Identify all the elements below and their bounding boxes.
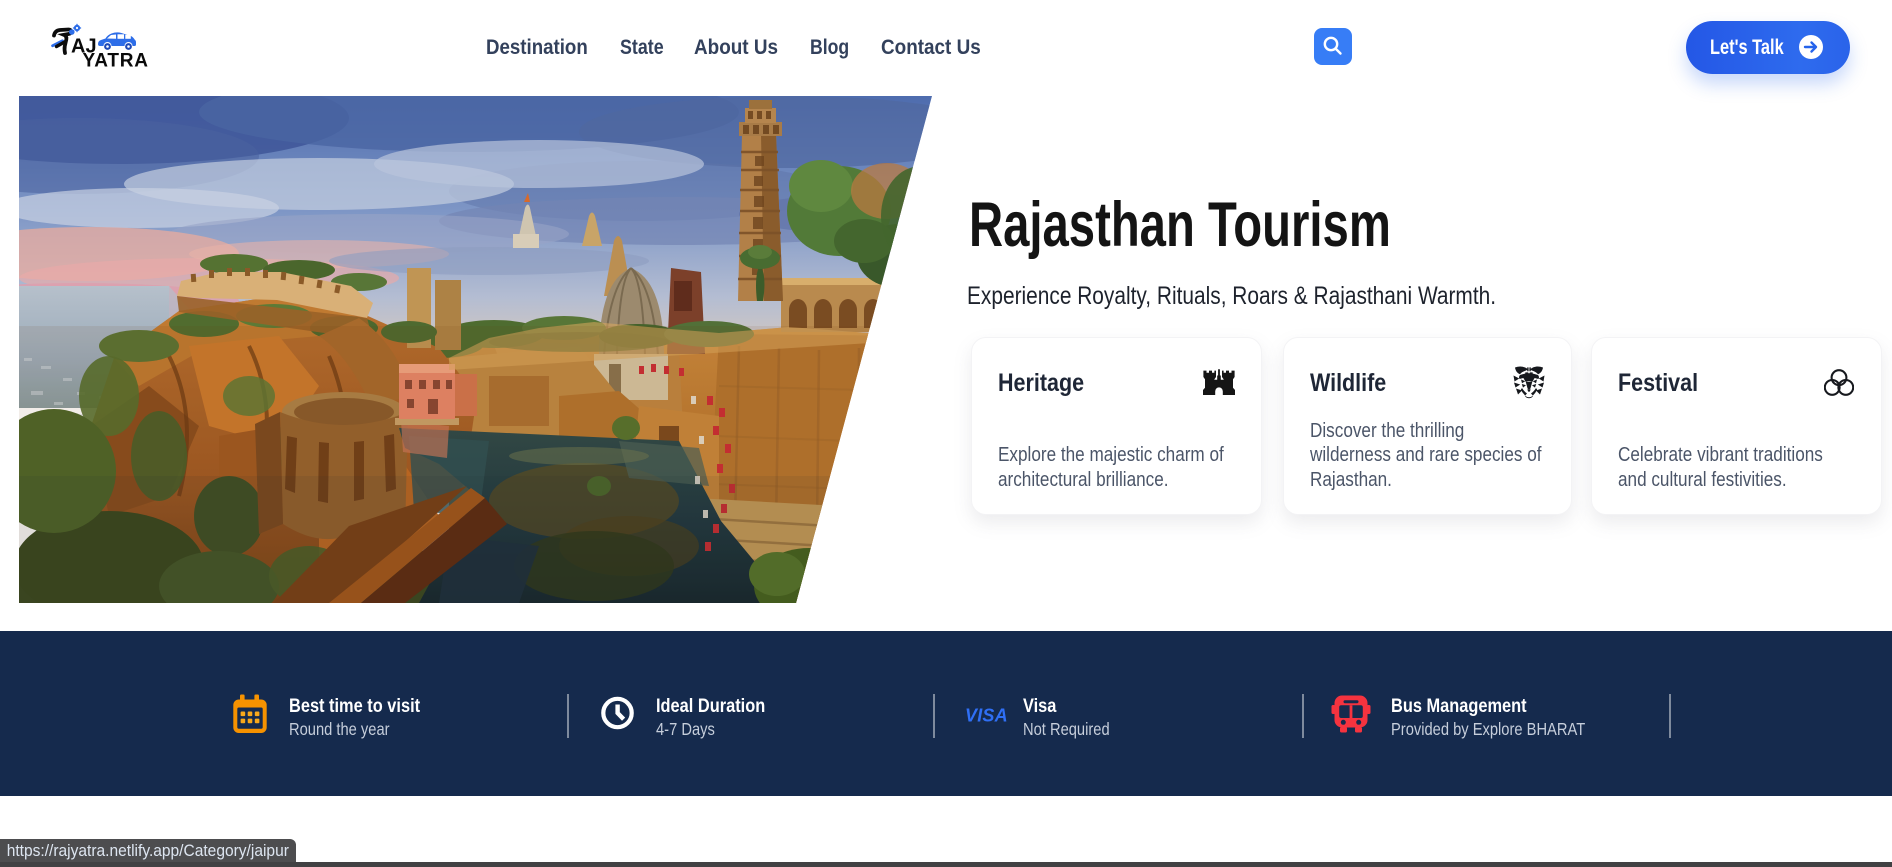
svg-text:VISA: VISA [965,706,1008,724]
svg-text:YATRA: YATRA [83,51,149,71]
